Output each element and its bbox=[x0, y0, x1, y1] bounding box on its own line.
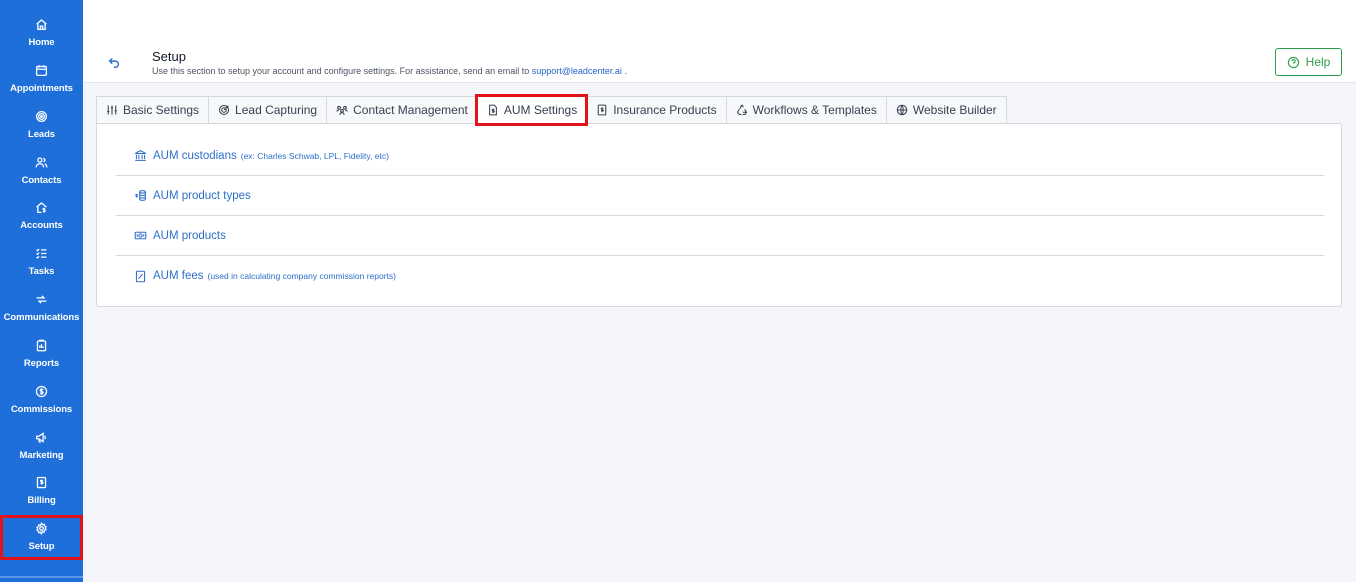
sidebar-item-billing[interactable]: Billing bbox=[0, 475, 83, 519]
globe-icon bbox=[896, 104, 908, 116]
sidebar-item-label: Billing bbox=[27, 495, 56, 506]
file-dollar-icon bbox=[488, 104, 497, 116]
clipboard-icon bbox=[35, 338, 49, 352]
item-label: AUM custodians bbox=[153, 149, 237, 162]
tab-label: Contact Management bbox=[353, 103, 468, 117]
calendar-icon bbox=[35, 63, 49, 77]
tab-label: Workflows & Templates bbox=[752, 103, 877, 117]
tab-contact-management[interactable]: Contact Management bbox=[326, 96, 477, 124]
aum-product-types-item[interactable]: AUM product types bbox=[116, 176, 1324, 216]
tab-label: Website Builder bbox=[912, 103, 997, 117]
sidebar-item-commissions[interactable]: Commissions bbox=[0, 384, 83, 428]
sidebar-item-label: Tasks bbox=[28, 266, 55, 277]
item-label: AUM fees bbox=[153, 270, 204, 282]
support-email-link[interactable]: support@leadcenter.ai bbox=[532, 66, 622, 76]
subtitle-suffix: . bbox=[624, 66, 627, 76]
sidebar-item-tasks[interactable]: Tasks bbox=[0, 246, 83, 290]
users-icon bbox=[35, 155, 49, 169]
sidebar-divider bbox=[0, 576, 83, 578]
page-title: Setup bbox=[152, 49, 186, 64]
back-arrow-icon[interactable] bbox=[107, 55, 121, 69]
item-hint: (ex: Charles Schwab, LPL, Fidelity, etc) bbox=[240, 150, 389, 161]
recycle-icon bbox=[736, 104, 747, 116]
percent-doc-icon bbox=[135, 270, 146, 282]
target-check-icon bbox=[219, 104, 230, 116]
bank-icon bbox=[134, 150, 147, 161]
sidebar-item-label: Reports bbox=[23, 358, 60, 369]
sidebar-item-label: Contacts bbox=[21, 175, 62, 186]
help-icon bbox=[1287, 56, 1299, 68]
tab-basic-settings[interactable]: Basic Settings bbox=[96, 96, 209, 124]
sidebar-item-label: Setup bbox=[28, 541, 55, 552]
aum-settings-panel: AUM custodians (ex: Charles Schwab, LPL,… bbox=[96, 123, 1342, 307]
tab-insurance-products[interactable]: Insurance Products bbox=[586, 96, 726, 124]
house-dollar-icon bbox=[35, 200, 49, 214]
arrows-icon bbox=[35, 292, 49, 306]
help-button[interactable]: Help bbox=[1275, 48, 1342, 76]
aum-custodians-item[interactable]: AUM custodians (ex: Charles Schwab, LPL,… bbox=[116, 136, 1324, 176]
tab-label: Basic Settings bbox=[123, 103, 200, 117]
document-dollar-icon bbox=[597, 104, 607, 116]
tab-label: Insurance Products bbox=[613, 103, 717, 117]
dollar-circle-icon bbox=[35, 384, 49, 398]
sidebar-item-label: Leads bbox=[28, 129, 55, 140]
tab-website-builder[interactable]: Website Builder bbox=[885, 96, 1007, 124]
gear-icon bbox=[35, 521, 49, 535]
sidebar: Home Appointments Leads Contacts Account… bbox=[0, 0, 83, 582]
sidebar-item-marketing[interactable]: Marketing bbox=[0, 430, 83, 474]
tab-workflows-templates[interactable]: Workflows & Templates bbox=[725, 96, 886, 124]
item-label: AUM product types bbox=[153, 189, 251, 202]
sidebar-item-label: Home bbox=[28, 37, 55, 48]
invoice-icon bbox=[35, 475, 49, 489]
people-icon bbox=[336, 105, 348, 116]
aum-products-item[interactable]: AUM products bbox=[116, 216, 1324, 256]
sidebar-item-label: Commissions bbox=[10, 404, 73, 415]
sidebar-item-appointments[interactable]: Appointments bbox=[0, 63, 83, 107]
tab-label: AUM Settings bbox=[503, 103, 578, 117]
item-label: AUM products bbox=[153, 229, 226, 242]
sidebar-item-label: Marketing bbox=[19, 450, 64, 461]
sliders-icon bbox=[107, 105, 117, 115]
coins-dollar-icon bbox=[135, 190, 146, 201]
home-icon bbox=[35, 17, 49, 31]
tab-lead-capturing[interactable]: Lead Capturing bbox=[208, 96, 327, 124]
tab-label: Lead Capturing bbox=[235, 103, 318, 117]
sidebar-item-label: Accounts bbox=[20, 220, 63, 231]
sidebar-item-setup[interactable]: Setup bbox=[0, 515, 83, 560]
target-icon bbox=[35, 109, 49, 123]
sidebar-item-home[interactable]: Home bbox=[0, 17, 83, 61]
settings-tabs: Basic Settings Lead Capturing Contact Ma… bbox=[96, 94, 1007, 126]
aum-fees-item[interactable]: AUM fees (used in calculating company co… bbox=[116, 256, 1324, 296]
tab-aum-settings[interactable]: AUM Settings bbox=[474, 94, 589, 126]
sidebar-item-contacts[interactable]: Contacts bbox=[0, 155, 83, 199]
item-hint: (used in calculating company commission … bbox=[207, 271, 397, 281]
subtitle-text: Use this section to setup your account a… bbox=[152, 66, 530, 76]
help-label: Help bbox=[1305, 55, 1331, 69]
sidebar-item-communications[interactable]: Communications bbox=[0, 292, 83, 336]
sidebar-item-label: Communications bbox=[3, 312, 80, 323]
checklist-icon bbox=[35, 246, 49, 260]
sidebar-item-reports[interactable]: Reports bbox=[0, 338, 83, 382]
sidebar-item-leads[interactable]: Leads bbox=[0, 109, 83, 153]
money-bill-icon bbox=[134, 231, 147, 240]
page-subtitle: Use this section to setup your account a… bbox=[152, 66, 627, 76]
sidebar-item-accounts[interactable]: Accounts bbox=[0, 200, 83, 244]
sidebar-item-label: Appointments bbox=[10, 83, 73, 94]
megaphone-icon bbox=[35, 430, 49, 444]
